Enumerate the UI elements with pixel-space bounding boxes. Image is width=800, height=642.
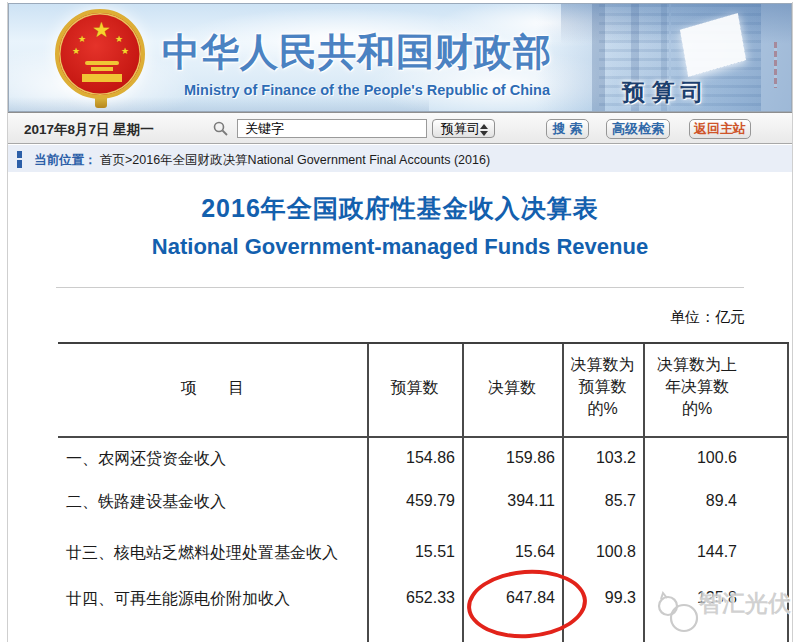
- table-header-separator: [58, 436, 789, 438]
- emblem-small-star-icon: ★: [121, 46, 129, 56]
- department-name: 预 算 司: [622, 77, 704, 108]
- cell-pct-budget: 100.8: [558, 543, 636, 561]
- cell-final: 15.64: [438, 543, 555, 561]
- search-icon: [212, 120, 230, 138]
- cell-pct-budget: 85.7: [558, 492, 636, 510]
- breadcrumb-path[interactable]: 首页>2016年全国财政决算National Government Final …: [100, 152, 490, 169]
- emblem-small-star-icon: ★: [78, 34, 86, 44]
- watermark-text: 智汇光伏: [699, 588, 791, 619]
- advanced-search-button[interactable]: 高级检索: [606, 119, 670, 139]
- emblem-small-star-icon: ★: [115, 34, 123, 44]
- emblem-small-star-icon: ★: [72, 46, 80, 56]
- cell-pct-prev: 89.4: [658, 492, 737, 510]
- building-top-shade: [561, 4, 791, 44]
- column-header-final: 决算数: [462, 377, 562, 399]
- divider-line: [56, 287, 744, 288]
- cell-pct-prev: 144.7: [658, 543, 737, 561]
- document-title-chinese: 2016年全国政府性基金收入决算表: [0, 192, 800, 225]
- cell-pct-prev: 100.6: [658, 449, 737, 467]
- cell-pct-budget: 103.2: [558, 449, 636, 467]
- cell-final: 159.86: [438, 449, 555, 467]
- return-home-button[interactable]: 返回主站: [689, 119, 751, 139]
- emblem-gate: [82, 74, 122, 82]
- china-national-emblem: ★ ★ ★ ★ ★: [51, 8, 151, 112]
- page: ★ ★ ★ ★ ★ 中华人民共和国财政部 Ministry of Finance…: [0, 0, 800, 642]
- date-label: 2017年8月7日 星期一: [24, 121, 154, 139]
- column-header-final-vs-budget: 决算数为 预算数 的%: [562, 354, 643, 420]
- breadcrumb-marker-icon: [17, 160, 22, 168]
- row-label: 廿三、核电站乏燃料处理处置基金收入: [66, 543, 338, 564]
- site-title-english: Ministry of Finance of the People's Repu…: [184, 82, 550, 98]
- column-header-budget: 预算数: [367, 377, 462, 399]
- toolbar: 2017年8月7日 星期一 预算司 搜 索 高级检索 返回主站: [8, 112, 792, 144]
- site-banner: ★ ★ ★ ★ ★ 中华人民共和国财政部 Ministry of Finance…: [8, 3, 792, 112]
- breadcrumb-bar: 当前位置： 首页>2016年全国财政决算National Government …: [8, 145, 792, 172]
- document-title-english: National Government-managed Funds Revenu…: [0, 234, 800, 260]
- row-label: 一、农网还贷资金收入: [66, 449, 226, 470]
- table-top-border: [58, 342, 789, 344]
- column-header-final-vs-prev: 决算数为上 年决算数 的%: [643, 354, 751, 420]
- row-label: 二、铁路建设基金收入: [66, 492, 226, 513]
- building-signage: [774, 42, 777, 88]
- breadcrumb-marker-icon: [17, 151, 22, 158]
- emblem-tassel: [95, 98, 107, 108]
- emblem-gate: [91, 67, 113, 71]
- page-right-border: [792, 2, 793, 642]
- column-header-item: 项 目: [58, 377, 367, 399]
- unit-label: 单位：亿元: [445, 308, 745, 327]
- site-title-chinese: 中华人民共和国财政部: [162, 27, 552, 78]
- scope-select[interactable]: 预算司: [432, 119, 495, 138]
- breadcrumb-label: 当前位置：: [34, 152, 97, 169]
- search-input[interactable]: [237, 119, 427, 138]
- emblem-gate: [85, 61, 119, 65]
- select-stepper-icon: [480, 124, 489, 136]
- row-label: 廿四、可再生能源电价附加收入: [66, 589, 290, 610]
- cell-final: 394.11: [438, 492, 555, 510]
- emblem-big-star-icon: ★: [92, 18, 111, 42]
- watermark-logo-icon: [654, 588, 702, 640]
- search-button[interactable]: 搜 索: [546, 119, 589, 139]
- scope-select-value: 预算司: [441, 120, 480, 138]
